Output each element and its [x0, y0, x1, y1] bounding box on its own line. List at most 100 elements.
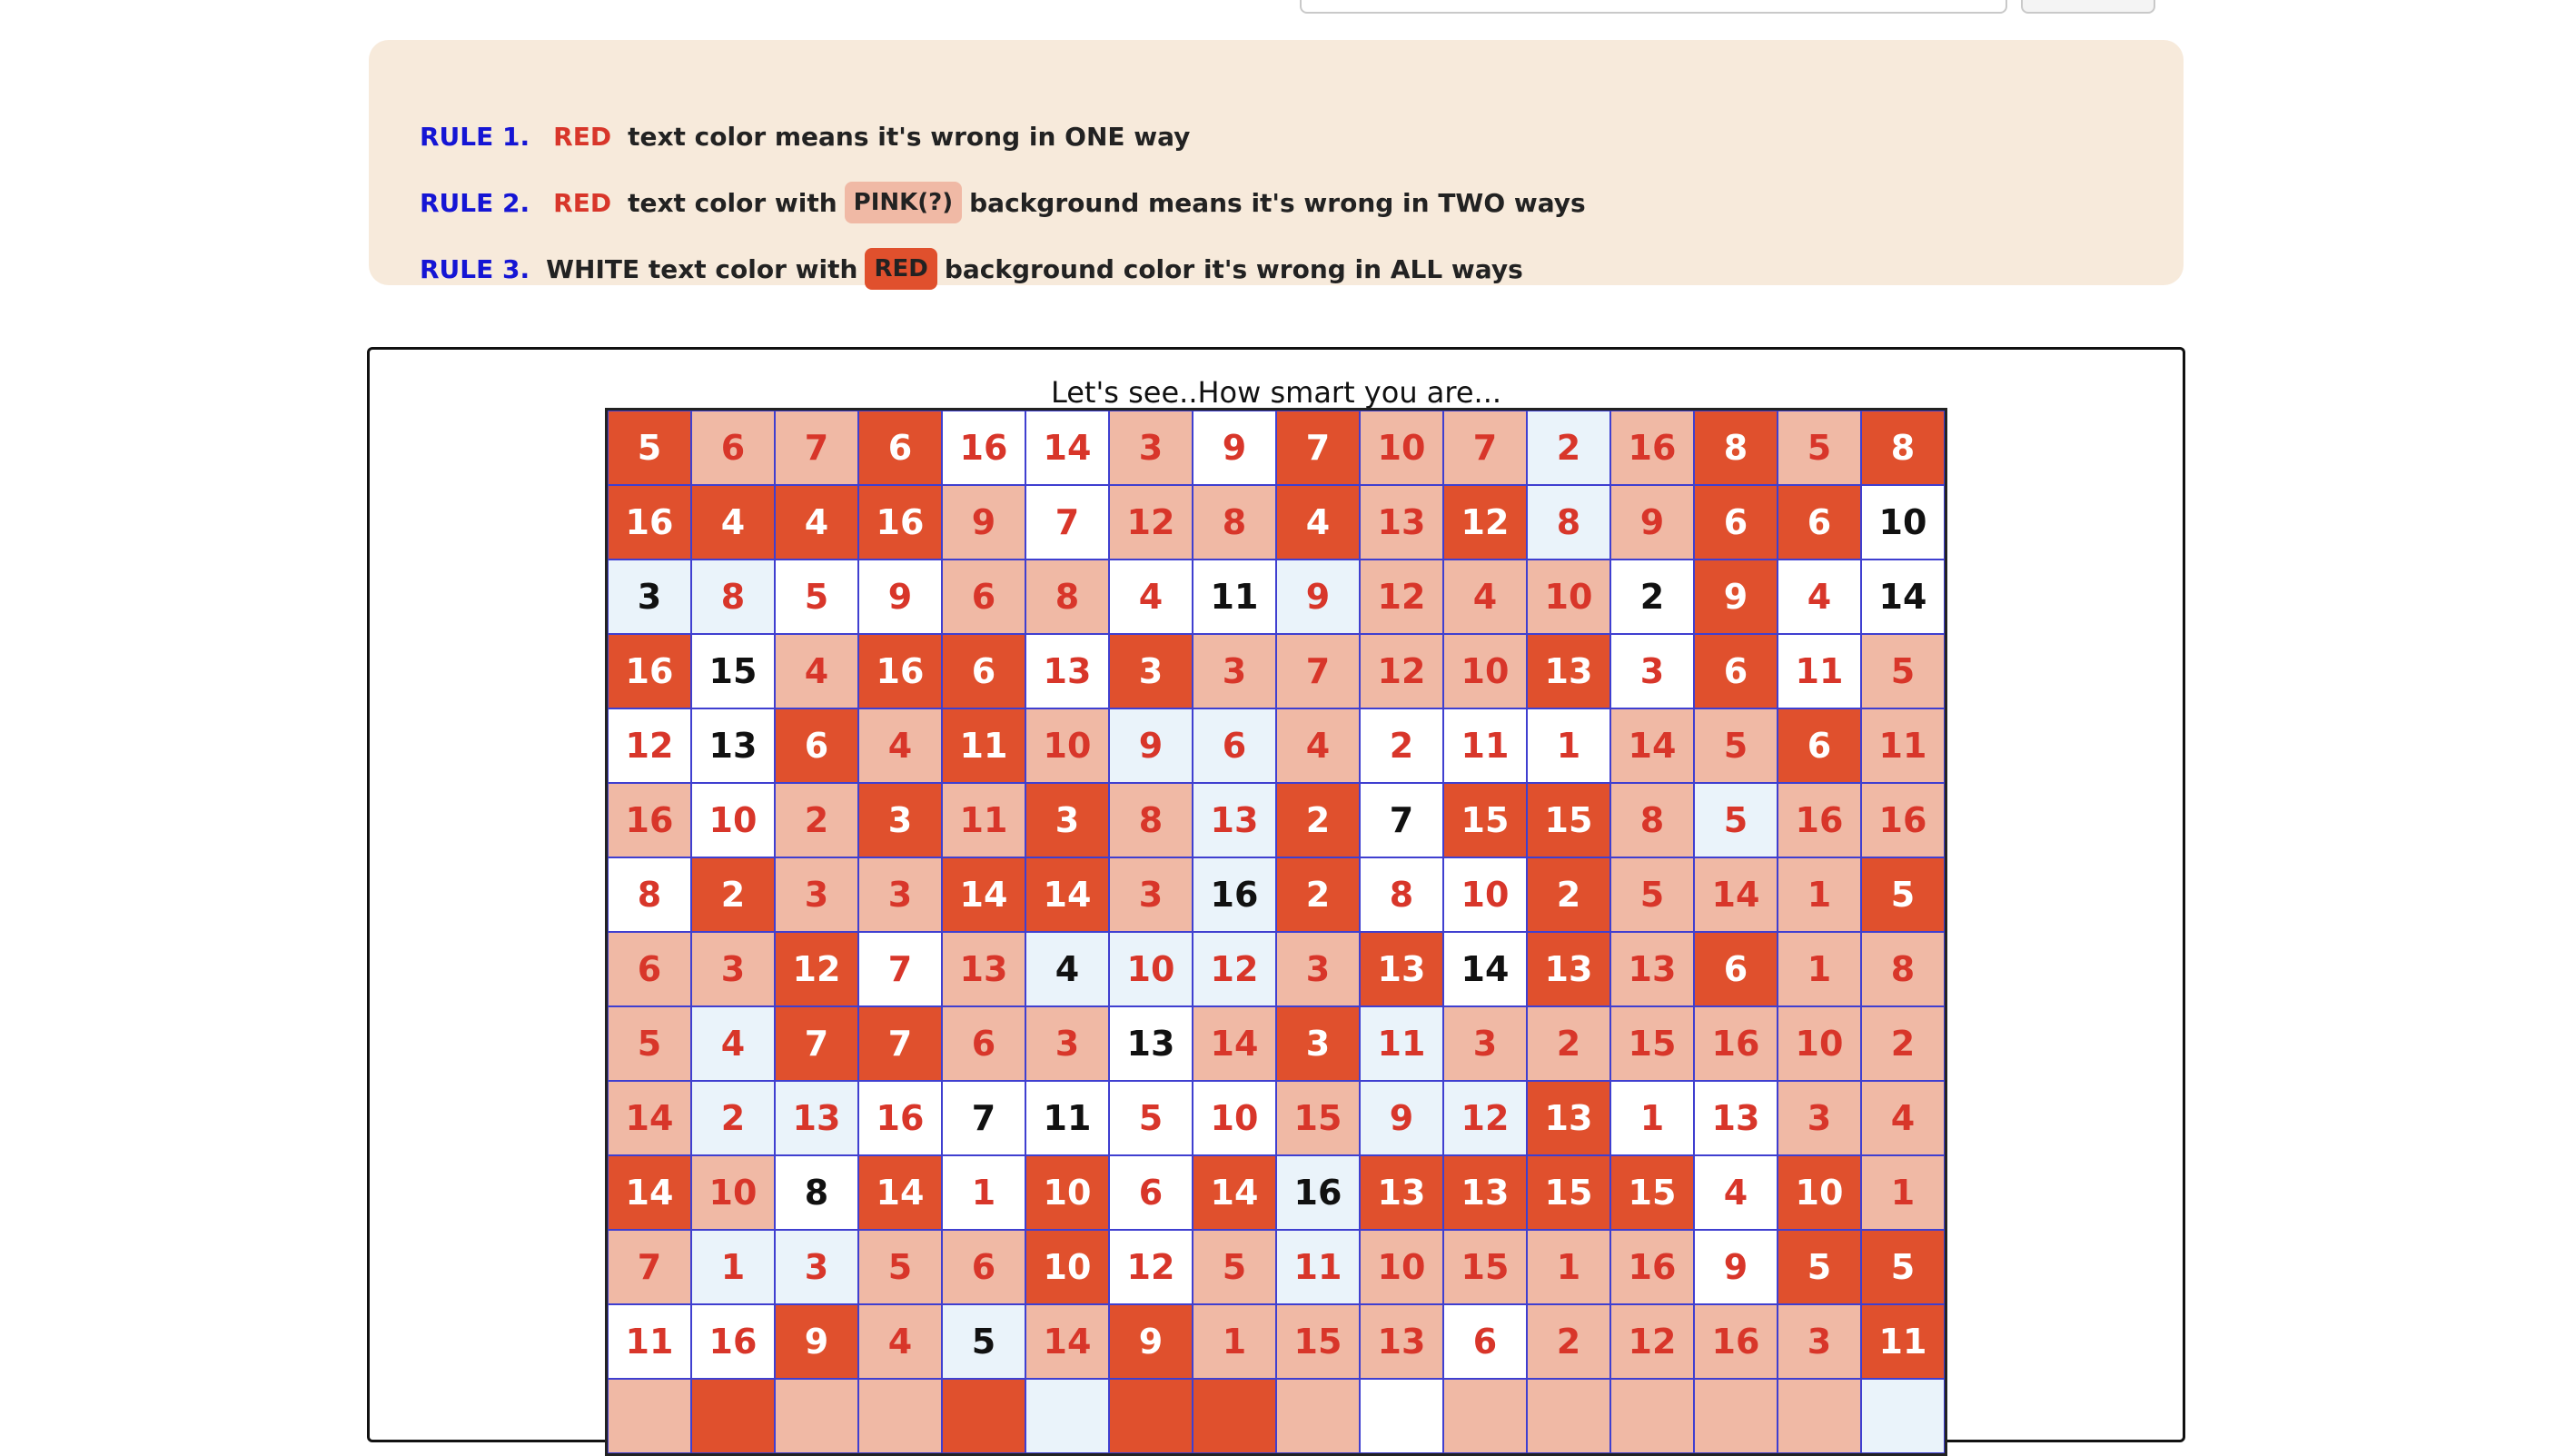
grid-cell[interactable]: 8 [608, 857, 691, 932]
grid-cell[interactable]: 7 [1360, 783, 1443, 857]
grid-cell[interactable]: 4 [858, 1304, 942, 1379]
grid-cell[interactable]: 4 [775, 634, 858, 708]
grid-cell[interactable]: 14 [1025, 411, 1109, 485]
grid-cell[interactable]: 9 [1694, 560, 1778, 634]
grid-cell[interactable] [1861, 1379, 1945, 1453]
grid-cell[interactable]: 6 [1443, 1304, 1527, 1379]
grid-cell[interactable]: 13 [1360, 485, 1443, 560]
grid-cell[interactable]: 8 [691, 560, 775, 634]
grid-cell[interactable]: 14 [608, 1155, 691, 1230]
grid-cell[interactable]: 11 [1360, 1006, 1443, 1081]
grid-cell[interactable]: 5 [1861, 634, 1945, 708]
grid-cell[interactable]: 11 [942, 783, 1025, 857]
top-button[interactable] [2021, 0, 2155, 14]
grid-cell[interactable]: 4 [691, 1006, 775, 1081]
grid-cell[interactable]: 9 [1610, 485, 1694, 560]
grid-cell[interactable]: 12 [1443, 1081, 1527, 1155]
grid-cell[interactable]: 11 [608, 1304, 691, 1379]
grid-cell[interactable]: 5 [608, 411, 691, 485]
grid-cell[interactable]: 12 [1109, 1230, 1193, 1304]
grid-cell[interactable]: 16 [1694, 1304, 1778, 1379]
grid-cell[interactable]: 3 [1025, 1006, 1109, 1081]
grid-cell[interactable]: 11 [1778, 634, 1861, 708]
grid-cell[interactable]: 4 [1025, 932, 1109, 1006]
grid-cell[interactable]: 3 [858, 783, 942, 857]
grid-cell[interactable] [691, 1379, 775, 1453]
grid-cell[interactable]: 16 [858, 1081, 942, 1155]
grid-cell[interactable]: 7 [608, 1230, 691, 1304]
grid-cell[interactable]: 10 [1193, 1081, 1276, 1155]
grid-cell[interactable]: 6 [942, 634, 1025, 708]
grid-cell[interactable]: 1 [1527, 1230, 1610, 1304]
grid-cell[interactable]: 3 [691, 932, 775, 1006]
grid-cell[interactable]: 15 [691, 634, 775, 708]
grid-cell[interactable]: 12 [1360, 634, 1443, 708]
grid-cell[interactable]: 6 [858, 411, 942, 485]
grid-cell[interactable]: 3 [1276, 932, 1360, 1006]
grid-cell[interactable]: 10 [1025, 1230, 1109, 1304]
grid-cell[interactable]: 12 [1610, 1304, 1694, 1379]
grid-cell[interactable]: 5 [1694, 708, 1778, 783]
grid-cell[interactable]: 6 [942, 1230, 1025, 1304]
grid-cell[interactable]: 7 [942, 1081, 1025, 1155]
grid-cell[interactable]: 9 [1276, 560, 1360, 634]
grid-cell[interactable]: 2 [775, 783, 858, 857]
grid-cell[interactable]: 6 [691, 411, 775, 485]
grid-cell[interactable] [1443, 1379, 1527, 1453]
grid-cell[interactable]: 15 [1276, 1081, 1360, 1155]
grid-cell[interactable] [942, 1379, 1025, 1453]
grid-cell[interactable]: 4 [1109, 560, 1193, 634]
grid-cell[interactable]: 4 [1778, 560, 1861, 634]
grid-cell[interactable]: 7 [775, 1006, 858, 1081]
grid-cell[interactable]: 15 [1276, 1304, 1360, 1379]
grid-cell[interactable]: 6 [1778, 485, 1861, 560]
grid-cell[interactable]: 10 [1778, 1155, 1861, 1230]
grid-cell[interactable]: 14 [608, 1081, 691, 1155]
grid-cell[interactable]: 2 [1360, 708, 1443, 783]
grid-cell[interactable]: 8 [1861, 411, 1945, 485]
grid-cell[interactable] [858, 1379, 942, 1453]
grid-cell[interactable]: 14 [858, 1155, 942, 1230]
grid-cell[interactable]: 2 [691, 857, 775, 932]
grid-cell[interactable]: 11 [1193, 560, 1276, 634]
grid-cell[interactable]: 3 [775, 1230, 858, 1304]
grid-cell[interactable]: 6 [1778, 708, 1861, 783]
grid-cell[interactable]: 14 [1443, 932, 1527, 1006]
grid-cell[interactable]: 5 [1861, 857, 1945, 932]
grid-cell[interactable]: 13 [1360, 1304, 1443, 1379]
grid-cell[interactable]: 13 [942, 932, 1025, 1006]
grid-cell[interactable]: 2 [1276, 857, 1360, 932]
grid-cell[interactable]: 14 [1193, 1006, 1276, 1081]
grid-cell[interactable]: 8 [1694, 411, 1778, 485]
grid-cell[interactable]: 14 [1193, 1155, 1276, 1230]
grid-cell[interactable]: 10 [1443, 857, 1527, 932]
grid-cell[interactable]: 13 [1527, 932, 1610, 1006]
grid-cell[interactable]: 12 [1109, 485, 1193, 560]
grid-cell[interactable]: 1 [1861, 1155, 1945, 1230]
grid-cell[interactable]: 16 [942, 411, 1025, 485]
grid-cell[interactable]: 9 [858, 560, 942, 634]
grid-cell[interactable]: 4 [1694, 1155, 1778, 1230]
grid-cell[interactable]: 8 [1527, 485, 1610, 560]
grid-cell[interactable]: 6 [1694, 634, 1778, 708]
grid-cell[interactable]: 13 [1360, 932, 1443, 1006]
grid-cell[interactable]: 7 [1443, 411, 1527, 485]
grid-cell[interactable]: 5 [775, 560, 858, 634]
grid-cell[interactable] [1025, 1379, 1109, 1453]
grid-cell[interactable]: 2 [1527, 857, 1610, 932]
grid-cell[interactable]: 4 [1276, 708, 1360, 783]
grid-cell[interactable]: 13 [775, 1081, 858, 1155]
grid-cell[interactable]: 11 [942, 708, 1025, 783]
grid-cell[interactable]: 9 [942, 485, 1025, 560]
grid-cell[interactable]: 5 [1778, 411, 1861, 485]
grid-cell[interactable]: 5 [858, 1230, 942, 1304]
grid-cell[interactable]: 2 [1527, 1304, 1610, 1379]
grid-cell[interactable]: 16 [608, 485, 691, 560]
grid-cell[interactable]: 9 [1694, 1230, 1778, 1304]
grid-cell[interactable]: 5 [1193, 1230, 1276, 1304]
grid-cell[interactable] [1193, 1379, 1276, 1453]
grid-cell[interactable]: 3 [858, 857, 942, 932]
grid-cell[interactable]: 5 [1109, 1081, 1193, 1155]
grid-cell[interactable]: 1 [1193, 1304, 1276, 1379]
grid-cell[interactable]: 7 [858, 932, 942, 1006]
